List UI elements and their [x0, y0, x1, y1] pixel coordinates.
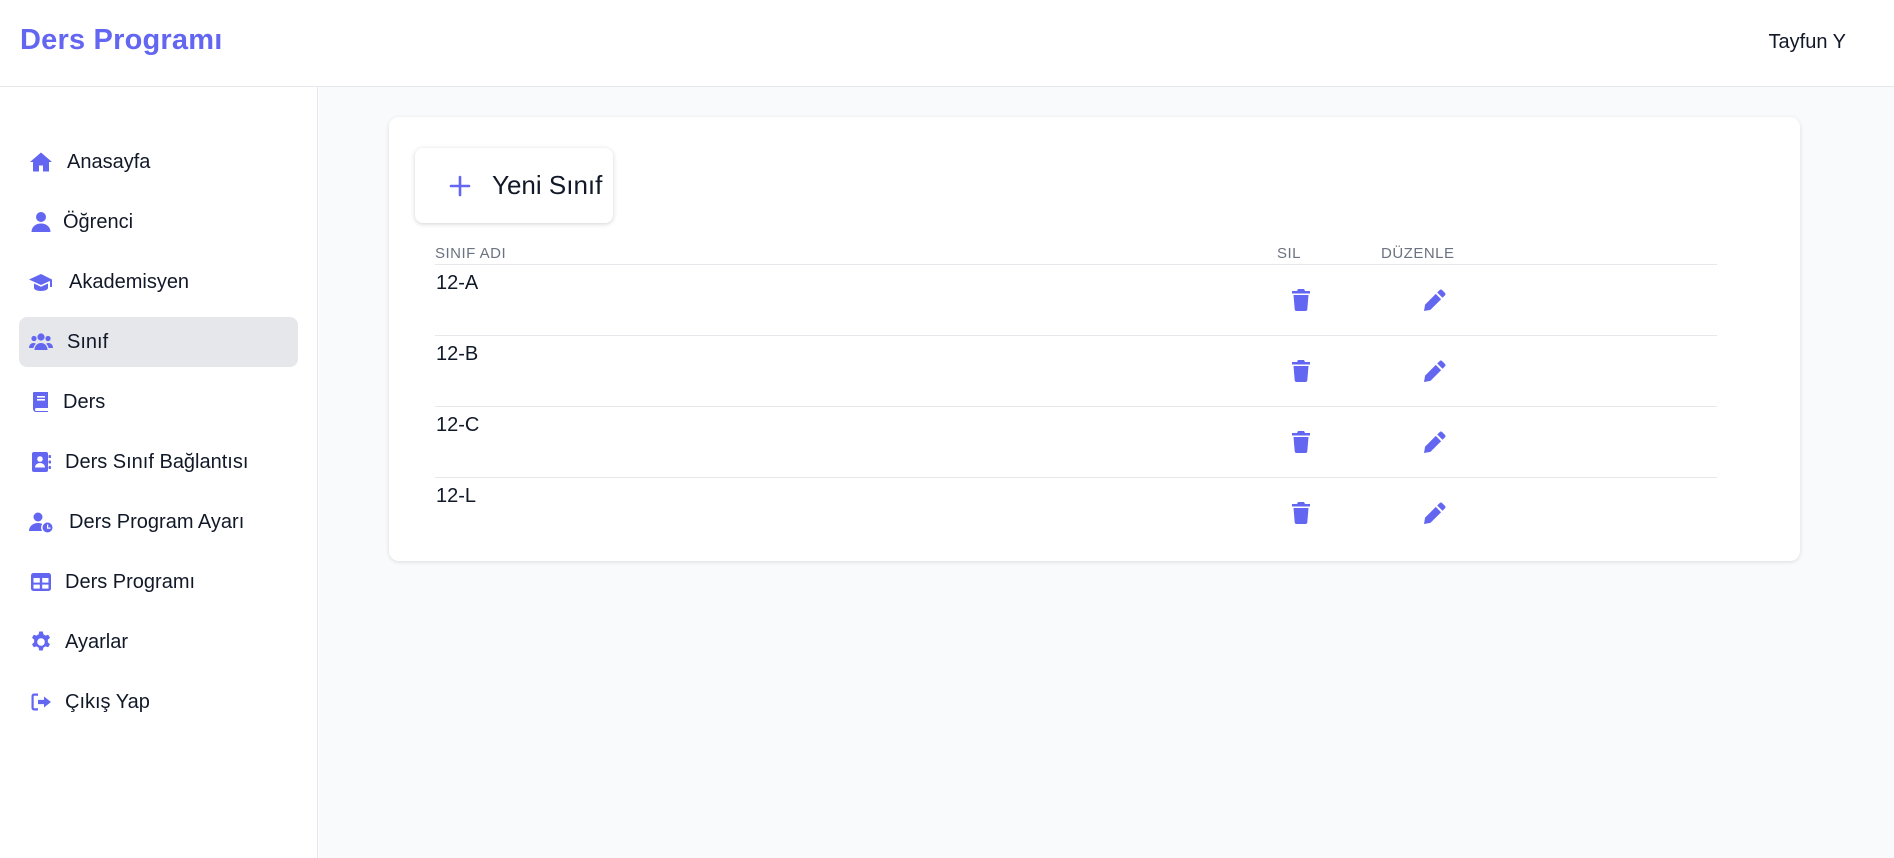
table-row: 12-C: [435, 407, 1717, 478]
sidebar-item-sinif[interactable]: Sınıf: [19, 317, 298, 367]
trash-icon[interactable]: [1288, 429, 1314, 455]
sidebar-item-label: Sınıf: [67, 330, 109, 353]
pencil-icon[interactable]: [1422, 500, 1448, 526]
sidebar-item-ayarlar[interactable]: Ayarlar: [19, 617, 298, 667]
sidebar-item-label: Ders: [63, 390, 106, 413]
top-header: Ders Programı Tayfun Y: [0, 0, 1894, 87]
home-icon: [29, 150, 53, 174]
trash-icon[interactable]: [1288, 358, 1314, 384]
new-class-button[interactable]: Yeni Sınıf: [415, 148, 613, 223]
table-row: 12-L: [435, 478, 1717, 549]
sidebar-item-ders[interactable]: Ders: [19, 377, 298, 427]
sidebar-item-label: Anasayfa: [67, 150, 151, 173]
sidebar-item-label: Ders Programı: [65, 570, 196, 593]
column-header-delete: SIL: [1277, 245, 1302, 262]
table-header: SINIF ADI SIL DÜZENLE: [435, 243, 1717, 265]
column-header-class-name: SINIF ADI: [435, 245, 507, 262]
sidebar-item-akademisyen[interactable]: Akademisyen: [19, 257, 298, 307]
sidebar-item-label: Çıkış Yap: [65, 690, 150, 713]
sidebar-item-label: Ayarlar: [65, 630, 128, 653]
sidebar-item-label: Ders Program Ayarı: [69, 510, 245, 533]
address-book-icon: [29, 450, 53, 474]
sidebar-item-label: Ders Sınıf Bağlantısı: [65, 450, 249, 473]
user-clock-icon: [29, 510, 53, 534]
class-name-cell: 12-C: [436, 414, 480, 436]
sidebar-item-anasayfa[interactable]: Anasayfa: [19, 137, 298, 187]
user-menu[interactable]: Tayfun Y: [1769, 31, 1846, 54]
table-row: 12-B: [435, 336, 1717, 407]
sign-out-icon: [29, 690, 53, 714]
sidebar-item-label: Öğrenci: [63, 210, 134, 233]
pencil-icon[interactable]: [1422, 358, 1448, 384]
book-icon: [29, 390, 53, 414]
table-row: 12-A: [435, 265, 1717, 336]
table-icon: [29, 570, 53, 594]
users-icon: [29, 330, 53, 354]
gear-icon: [29, 630, 53, 654]
trash-icon[interactable]: [1288, 287, 1314, 313]
class-table: SINIF ADI SIL DÜZENLE 12-A 12-B 12-C 12-…: [435, 243, 1717, 549]
column-header-edit: DÜZENLE: [1381, 245, 1455, 262]
plus-icon: [448, 174, 472, 198]
sidebar-item-ders-sinif-baglantisi[interactable]: Ders Sınıf Bağlantısı: [19, 437, 298, 487]
graduation-cap-icon: [29, 270, 53, 294]
new-class-button-label: Yeni Sınıf: [492, 170, 603, 200]
class-name-cell: 12-B: [436, 343, 479, 365]
pencil-icon[interactable]: [1422, 429, 1448, 455]
sidebar-item-label: Akademisyen: [69, 270, 190, 293]
sidebar-item-ogrenci[interactable]: Öğrenci: [19, 197, 298, 247]
user-icon: [29, 210, 53, 234]
sidebar: Anasayfa Öğrenci Akademisyen Sınıf Ders …: [0, 87, 318, 858]
class-name-cell: 12-A: [436, 272, 479, 294]
class-name-cell: 12-L: [436, 485, 477, 507]
sidebar-item-ders-programi[interactable]: Ders Programı: [19, 557, 298, 607]
app-title[interactable]: Ders Programı: [20, 24, 222, 57]
main-content: Yeni Sınıf SINIF ADI SIL DÜZENLE 12-A 12…: [319, 87, 1894, 858]
sidebar-item-cikis-yap[interactable]: Çıkış Yap: [19, 677, 298, 727]
sidebar-item-ders-program-ayari[interactable]: Ders Program Ayarı: [19, 497, 298, 547]
trash-icon[interactable]: [1288, 500, 1314, 526]
class-list-card: Yeni Sınıf SINIF ADI SIL DÜZENLE 12-A 12…: [389, 117, 1800, 561]
pencil-icon[interactable]: [1422, 287, 1448, 313]
